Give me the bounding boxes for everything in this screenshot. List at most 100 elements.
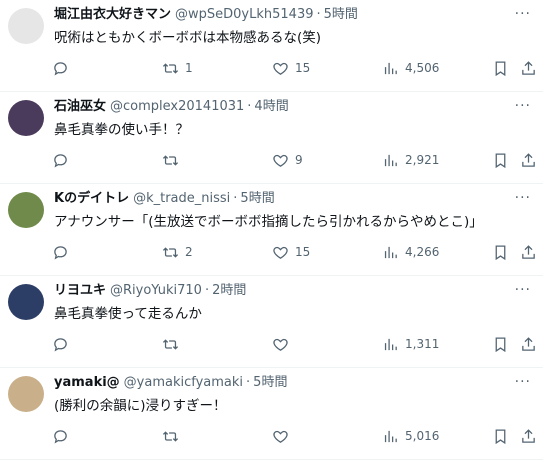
share-icon	[522, 152, 535, 167]
retweet-count: 2	[185, 245, 193, 259]
retweet-button[interactable]	[162, 150, 185, 170]
share-button[interactable]	[520, 242, 537, 262]
user-handle[interactable]: @yamakicfyamaki	[124, 375, 243, 390]
avatar[interactable]	[8, 284, 44, 320]
display-name[interactable]: 堀江由衣大好きマン	[54, 7, 171, 22]
tweet[interactable]: Kのデイトレ @k_trade_nissi · 5時間 ··· アナウンサー「(生放送…	[0, 184, 543, 276]
reply-button[interactable]	[52, 242, 75, 262]
bookmark-button[interactable]	[492, 334, 509, 354]
retweet-button[interactable]	[162, 426, 185, 446]
like-button[interactable]	[272, 334, 295, 354]
bookmark-icon	[495, 428, 506, 444]
share-icon	[522, 244, 535, 259]
share-button[interactable]	[520, 58, 537, 78]
retweet-count: 1	[185, 61, 193, 75]
reply-icon	[54, 245, 67, 259]
heart-icon	[273, 246, 288, 259]
separator-dot: ·	[233, 191, 238, 206]
bookmark-button[interactable]	[492, 150, 509, 170]
separator-dot: ·	[246, 375, 251, 390]
reply-button[interactable]	[52, 334, 75, 354]
views-button[interactable]: 4,506	[382, 58, 439, 78]
bookmark-button[interactable]	[492, 242, 509, 262]
display-name[interactable]: リヨユキ	[54, 283, 106, 298]
reply-button[interactable]	[52, 150, 75, 170]
views-chart-icon	[384, 154, 397, 166]
user-handle[interactable]: @wpSeD0yLkh51439	[175, 7, 313, 22]
views-count: 1,311	[405, 337, 440, 351]
action-bar: 5,016	[0, 426, 543, 446]
like-button[interactable]	[272, 426, 295, 446]
views-count: 2,921	[405, 153, 440, 167]
heart-icon	[273, 154, 288, 167]
retweet-button[interactable]: 2	[162, 242, 193, 262]
like-button[interactable]: 9	[272, 150, 303, 170]
tweet[interactable]: 石油巫女 @complex20141031 · 4時間 ··· 鼻毛真拳の使い手！？ …	[0, 92, 543, 184]
action-bar: 9 2,921	[0, 150, 543, 170]
bookmark-button[interactable]	[492, 426, 509, 446]
reply-icon	[54, 337, 67, 351]
display-name[interactable]: yamaki@	[54, 375, 120, 390]
reply-button[interactable]	[52, 58, 75, 78]
bookmark-icon	[495, 60, 506, 76]
views-chart-icon	[384, 62, 397, 74]
more-options-icon[interactable]: ···	[515, 7, 531, 21]
views-button[interactable]: 5,016	[382, 426, 439, 446]
timestamp[interactable]: 2時間	[212, 283, 246, 298]
reply-icon	[54, 61, 67, 75]
tweet-header: リヨユキ @RiyoYuki710 · 2時間	[54, 282, 513, 300]
timestamp[interactable]: 5時間	[240, 191, 274, 206]
user-handle[interactable]: @complex20141031	[110, 99, 244, 114]
share-button[interactable]	[520, 426, 537, 446]
share-icon	[522, 60, 535, 75]
tweet[interactable]: リヨユキ @RiyoYuki710 · 2時間 ··· 鼻毛真拳使って走るんか 1,3…	[0, 276, 543, 368]
retweet-button[interactable]: 1	[162, 58, 193, 78]
views-count: 5,016	[405, 429, 440, 443]
user-handle[interactable]: @RiyoYuki710	[110, 283, 202, 298]
timestamp[interactable]: 5時間	[253, 375, 287, 390]
share-button[interactable]	[520, 150, 537, 170]
more-options-icon[interactable]: ···	[515, 375, 531, 389]
like-count: 15	[295, 61, 311, 75]
views-button[interactable]: 4,266	[382, 242, 439, 262]
bookmark-button[interactable]	[492, 58, 509, 78]
separator-dot: ·	[316, 7, 321, 22]
tweet[interactable]: 堀江由衣大好きマン @wpSeD0yLkh51439 · 5時間 ··· 呪術はともか…	[0, 0, 543, 92]
tweet-text: (勝利の余韻に)浸りすぎー！	[54, 398, 227, 414]
more-options-icon[interactable]: ···	[515, 283, 531, 297]
display-name[interactable]: 石油巫女	[54, 99, 106, 114]
like-button[interactable]: 15	[272, 58, 310, 78]
avatar[interactable]	[8, 376, 44, 412]
tweet-text: 鼻毛真拳の使い手！？	[54, 122, 189, 138]
more-options-icon[interactable]: ···	[515, 191, 531, 205]
tweet-text: アナウンサー「(生放送でボーボボ指摘したら引かれるからやめとこ)」	[54, 214, 483, 230]
views-button[interactable]: 1,311	[382, 334, 439, 354]
like-count: 9	[295, 153, 303, 167]
retweet-icon	[162, 62, 179, 74]
more-options-icon[interactable]: ···	[515, 99, 531, 113]
user-handle[interactable]: @k_trade_nissi	[133, 191, 230, 206]
avatar[interactable]	[8, 192, 44, 228]
retweet-button[interactable]	[162, 334, 185, 354]
separator-dot: ·	[247, 99, 252, 114]
tweet-text: 呪術はともかくボーボボは本物感あるな(笑)	[54, 30, 322, 46]
reply-icon	[54, 429, 67, 443]
display-name[interactable]: Kのデイトレ	[54, 191, 129, 206]
timestamp[interactable]: 5時間	[324, 7, 358, 22]
like-count: 15	[295, 245, 311, 259]
avatar[interactable]	[8, 8, 44, 44]
tweet[interactable]: yamaki@ @yamakicfyamaki · 5時間 ··· (勝利の余韻に)浸…	[0, 368, 543, 460]
timestamp[interactable]: 4時間	[254, 99, 288, 114]
like-button[interactable]: 15	[272, 242, 310, 262]
views-chart-icon	[384, 338, 397, 350]
heart-icon	[273, 430, 288, 443]
share-icon	[522, 336, 535, 351]
views-chart-icon	[384, 246, 397, 258]
reply-button[interactable]	[52, 426, 75, 446]
share-button[interactable]	[520, 334, 537, 354]
avatar[interactable]	[8, 100, 44, 136]
bookmark-icon	[495, 152, 506, 168]
views-button[interactable]: 2,921	[382, 150, 439, 170]
heart-icon	[273, 62, 288, 75]
reply-feed: 堀江由衣大好きマン @wpSeD0yLkh51439 · 5時間 ··· 呪術はともか…	[0, 0, 543, 460]
